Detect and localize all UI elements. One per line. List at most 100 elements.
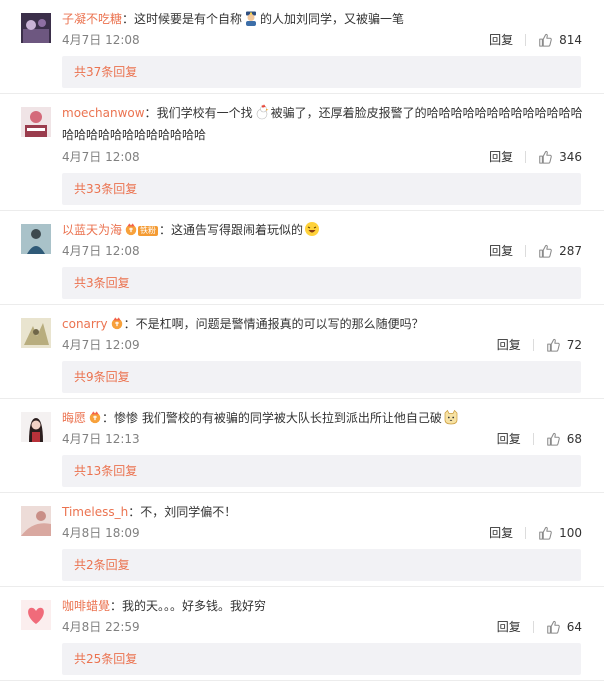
avatar[interactable] xyxy=(21,412,51,442)
comment-meta: 4月7日 12:08 回复 814 xyxy=(62,31,582,49)
comment-item: 晦愿 ：惨惨 我们警校的有被骗的同学被大队长拉到派出所让他自己破 4月7日 12:… xyxy=(0,399,604,493)
like-button[interactable]: 72 xyxy=(546,336,582,354)
avatar[interactable] xyxy=(21,107,51,137)
divider xyxy=(525,245,527,257)
name-separator: ： xyxy=(159,223,172,237)
thumbs-up-icon xyxy=(538,526,552,540)
replies-box: 共2条回复 xyxy=(62,549,581,581)
reply-button[interactable]: 回复 xyxy=(497,336,521,354)
divider xyxy=(532,621,534,633)
replies-box: 共3条回复 xyxy=(62,267,581,299)
avatar[interactable] xyxy=(21,224,51,254)
fan-badge-icon xyxy=(110,316,124,330)
avatar[interactable] xyxy=(21,13,51,43)
comment-item: Timeless_h：不，刘同学偏不！ 4月8日 18:09 回复 100 共2… xyxy=(0,493,604,587)
comment-item: moechanwow：我们学校有一个找 被骗了，还厚着脸皮报警了的哈哈哈哈哈哈哈哈… xyxy=(0,94,604,211)
replies-box: 共13条回复 xyxy=(62,455,581,487)
comment-actions: 回复 100 xyxy=(489,524,582,542)
divider xyxy=(525,151,527,163)
fan-badge-icon xyxy=(88,410,102,424)
like-count: 287 xyxy=(559,244,582,258)
user-name-link[interactable]: 晦愿 xyxy=(62,411,86,425)
thumbs-up-icon xyxy=(538,150,552,164)
reply-button[interactable]: 回复 xyxy=(497,430,521,448)
user-name-link[interactable]: 以蓝天为海 xyxy=(62,223,122,237)
fan-badge: 铁粉 xyxy=(138,226,159,236)
view-replies-link[interactable]: 共33条回复 xyxy=(74,173,137,205)
comment-body-rest: 的人加刘同学，又被骗一笔 xyxy=(260,12,405,26)
like-button[interactable]: 64 xyxy=(546,618,582,636)
thumbs-up-icon xyxy=(546,432,560,446)
timestamp: 4月7日 12:13 xyxy=(62,432,140,446)
divider xyxy=(532,339,534,351)
police-officer-emoji xyxy=(246,11,257,26)
comment-meta: 4月7日 12:08 回复 346 xyxy=(62,148,582,166)
timestamp: 4月7日 12:08 xyxy=(62,244,140,258)
view-replies-link[interactable]: 共13条回复 xyxy=(74,455,137,487)
name-separator: ： xyxy=(144,106,157,120)
timestamp: 4月7日 12:09 xyxy=(62,338,140,352)
user-name-link[interactable]: 咖啡蜡覺 xyxy=(62,599,110,613)
view-replies-link[interactable]: 共25条回复 xyxy=(74,643,137,675)
view-replies-link[interactable]: 共2条回复 xyxy=(74,549,130,581)
user-name-link[interactable]: conarry xyxy=(62,317,108,331)
reply-button[interactable]: 回复 xyxy=(497,618,521,636)
user-name-link[interactable]: Timeless_h xyxy=(62,505,128,519)
like-count: 72 xyxy=(566,338,582,352)
reply-button[interactable]: 回复 xyxy=(489,242,513,260)
user-name-link[interactable]: moechanwow xyxy=(62,106,145,120)
view-replies-link[interactable]: 共37条回复 xyxy=(74,56,137,88)
comment-body: 不，刘同学偏不！ xyxy=(140,505,237,519)
comment-actions: 回复 64 xyxy=(497,618,582,636)
reply-button[interactable]: 回复 xyxy=(489,148,513,166)
replies-box: 共25条回复 xyxy=(62,643,581,675)
comment-item: 咖啡蜡覺：我的天。。。好多钱。我好穷 4月8日 22:59 回复 64 共25条… xyxy=(0,587,604,681)
comment-body: 这通告写得跟闹着玩似的 xyxy=(171,223,304,237)
like-button[interactable]: 287 xyxy=(538,242,582,260)
like-button[interactable]: 346 xyxy=(538,148,582,166)
comment-actions: 回复 287 xyxy=(489,242,582,260)
thumbs-up-icon xyxy=(546,338,560,352)
replies-box: 共37条回复 xyxy=(62,56,581,88)
name-separator: ： xyxy=(110,599,123,613)
comment-actions: 回复 72 xyxy=(497,336,582,354)
comment-text: 子凝不吃糖：这时候要是有个自称 的人加刘同学，又被骗一笔 xyxy=(62,8,586,30)
cat-emoji xyxy=(444,409,458,425)
replies-box: 共9条回复 xyxy=(62,361,581,393)
like-button[interactable]: 100 xyxy=(538,524,582,542)
chicken-emoji xyxy=(256,104,269,120)
name-separator: ： xyxy=(128,505,141,519)
comment-list: 子凝不吃糖：这时候要是有个自称 的人加刘同学，又被骗一笔 4月7日 12:08 回… xyxy=(0,0,604,681)
divider xyxy=(525,34,527,46)
like-count: 100 xyxy=(559,526,582,540)
comment-text: 晦愿 ：惨惨 我们警校的有被骗的同学被大队长拉到派出所让他自己破 xyxy=(62,407,586,429)
like-button[interactable]: 814 xyxy=(538,31,582,49)
comment-item: 以蓝天为海 铁粉 ：这通告写得跟闹着玩似的 4月7日 12:08 回复 287 共3… xyxy=(0,211,604,305)
user-name-link[interactable]: 子凝不吃糖 xyxy=(62,12,122,26)
fan-badge-icon xyxy=(124,222,138,236)
avatar[interactable] xyxy=(21,318,51,348)
timestamp: 4月8日 18:09 xyxy=(62,526,140,540)
like-count: 346 xyxy=(559,150,582,164)
comment-meta: 4月8日 22:59 回复 64 xyxy=(62,618,582,636)
comment-actions: 回复 68 xyxy=(497,430,582,448)
view-replies-link[interactable]: 共3条回复 xyxy=(74,267,130,299)
comment-meta: 4月8日 18:09 回复 100 xyxy=(62,524,582,542)
like-button[interactable]: 68 xyxy=(546,430,582,448)
avatar[interactable] xyxy=(21,600,51,630)
comment-body: 我们学校有一个找 xyxy=(156,106,253,120)
thumbs-up-icon xyxy=(538,33,552,47)
comment-item: 子凝不吃糖：这时候要是有个自称 的人加刘同学，又被骗一笔 4月7日 12:08 回… xyxy=(0,0,604,94)
comment-meta: 4月7日 12:09 回复 72 xyxy=(62,336,582,354)
view-replies-link[interactable]: 共9条回复 xyxy=(74,361,130,393)
timestamp: 4月7日 12:08 xyxy=(62,150,140,164)
reply-button[interactable]: 回复 xyxy=(489,524,513,542)
divider xyxy=(532,433,534,445)
divider xyxy=(525,527,527,539)
thumbs-up-icon xyxy=(546,620,560,634)
comment-text: 咖啡蜡覺：我的天。。。好多钱。我好穷 xyxy=(62,595,586,617)
comment-body: 我的天。。。好多钱。我好穷 xyxy=(122,599,267,613)
reply-button[interactable]: 回复 xyxy=(489,31,513,49)
avatar[interactable] xyxy=(21,506,51,536)
comment-body: 不是杠啊，问题是警情通报真的可以写的那么随便吗？ xyxy=(135,317,424,331)
